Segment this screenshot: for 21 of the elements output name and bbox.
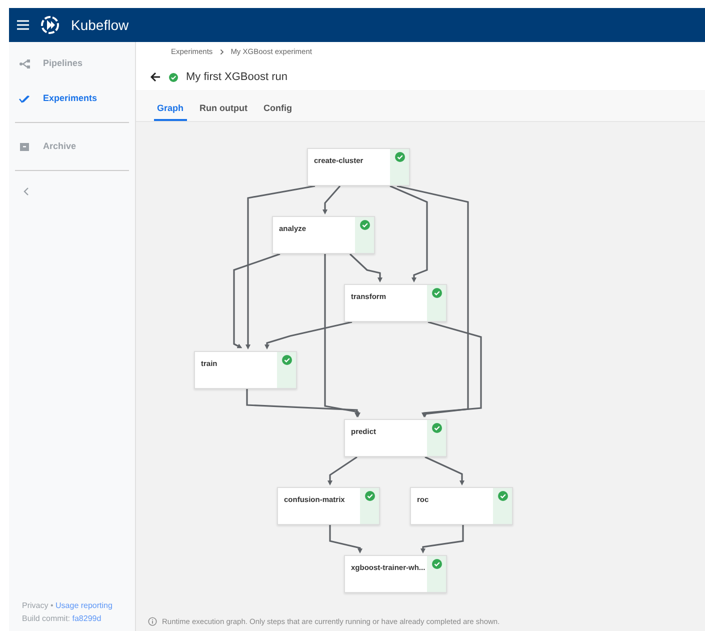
tab[interactable]: Graph <box>154 102 187 121</box>
info-icon <box>148 616 157 626</box>
chevron-right-icon <box>220 48 224 55</box>
menu-icon[interactable] <box>17 20 29 30</box>
back-arrow-icon[interactable] <box>150 72 161 82</box>
build-commit-label: Build commit: <box>22 614 70 623</box>
edge-arrow <box>329 525 362 554</box>
edge-arrow <box>420 525 464 554</box>
sidebar-item[interactable]: Experiments <box>9 81 135 116</box>
app-title: Kubeflow <box>71 16 129 34</box>
tab[interactable]: Run output <box>196 102 250 121</box>
tab[interactable]: Config <box>260 102 295 121</box>
edge-arrow <box>424 456 464 486</box>
pipelines-icon <box>19 58 30 68</box>
separator-dot: • <box>50 601 54 610</box>
double-check-icon <box>19 94 30 104</box>
run-title: My first XGBoost run <box>186 70 288 85</box>
edge-arrow <box>322 185 341 214</box>
edge-arrow <box>328 456 358 486</box>
logo-icon <box>41 16 59 34</box>
archive-icon <box>19 142 30 152</box>
